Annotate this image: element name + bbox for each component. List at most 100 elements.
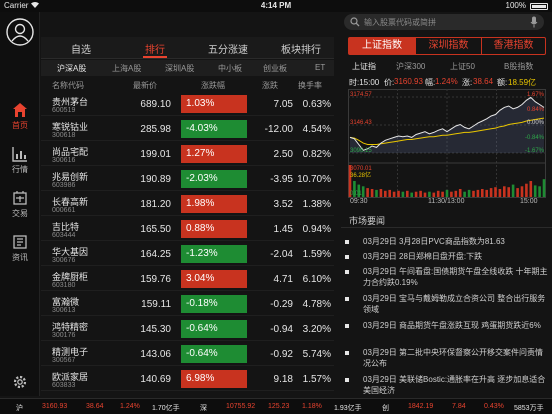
volume-bar xyxy=(414,191,418,197)
stock-price: 181.20 xyxy=(140,199,171,210)
table-row[interactable]: 吉比特 603444 165.50 0.88% 1.45 0.94% xyxy=(41,218,334,241)
col-turnover[interactable]: 换手率 xyxy=(298,80,322,91)
stock-price: 190.89 xyxy=(140,174,171,185)
table-row[interactable]: 华大基因 300676 164.25 -1.23% -2.04 1.59% xyxy=(41,243,334,266)
news-text: 03月29日 午间看盘:国债期货午盘全线收跌 十年期主力合约跌0.19% xyxy=(363,266,551,288)
tab-watchlist[interactable]: 自选 xyxy=(71,41,91,56)
bullet-icon xyxy=(345,240,349,244)
volume-bar xyxy=(379,189,383,197)
volume-bar xyxy=(432,192,436,197)
bullet-icon xyxy=(345,351,349,355)
tab-sz-index[interactable]: 深圳指数 xyxy=(415,38,481,54)
sidebar-item-market[interactable]: 行情 xyxy=(0,140,40,180)
sidebar-item-news[interactable]: 资讯 xyxy=(0,228,40,268)
stock-turnover: 0.82% xyxy=(302,149,331,160)
intraday-chart[interactable]: 3174.57 3146.43 3096.15 1.67% 0.84% 0.00% -0.8… xyxy=(348,89,546,207)
home-icon xyxy=(13,103,27,117)
price-label-low: 3096.15 xyxy=(350,148,372,154)
change-badge: 0.88% xyxy=(181,220,247,238)
table-row[interactable]: 寒锐钴业 300618 285.98 -4.03% -12.00 4.54% xyxy=(41,118,334,141)
volume-bar xyxy=(423,192,427,197)
news-date: 03月29日 xyxy=(363,321,397,330)
table-row[interactable]: 精测电子 300567 143.06 -0.64% -0.92 5.74% xyxy=(41,343,334,366)
table-row[interactable]: 鸿特精密 300176 145.30 -0.64% -0.94 3.20% xyxy=(41,318,334,341)
col-amount[interactable]: 涨跌 xyxy=(262,80,278,91)
ticker-cy-price: 1842.19 xyxy=(408,403,434,410)
gear-icon xyxy=(13,375,27,389)
avatar[interactable] xyxy=(6,18,34,46)
quote-vol: 18.59亿 xyxy=(508,78,537,87)
volume-bar xyxy=(388,189,391,197)
settings-button[interactable] xyxy=(12,374,28,392)
subtab-etf[interactable]: ET xyxy=(315,63,325,72)
stock-turnover: 1.59% xyxy=(302,249,331,260)
table-row[interactable]: 长春高新 000661 181.20 1.98% 3.52 1.38% xyxy=(41,193,334,216)
volume-bar xyxy=(384,190,387,197)
pct-label: 0.00% xyxy=(527,120,545,126)
news-date: 03月29日 xyxy=(363,267,397,276)
sidebar-item-trade[interactable]: 交易 xyxy=(0,184,40,224)
ticker-sh-chg: 38.64 xyxy=(86,403,104,410)
subtab-hs300[interactable]: 沪深300 xyxy=(396,61,425,72)
table-row[interactable]: 欧派家居 603833 140.69 6.98% 9.18 1.57% xyxy=(41,368,334,391)
bullet-icon xyxy=(345,270,349,274)
volume-label-total: 36.28亿 xyxy=(350,171,371,179)
news-date: 03月29日 xyxy=(363,375,397,384)
stock-price: 159.76 xyxy=(140,274,171,285)
stock-code: 000661 xyxy=(52,207,76,214)
col-change[interactable]: 涨跌幅 xyxy=(201,80,225,91)
subtab-sh50[interactable]: 上证50 xyxy=(450,61,475,72)
ticker-sh-price: 3160.93 xyxy=(42,403,68,410)
subtab-gem[interactable]: 创业板 xyxy=(263,63,287,74)
price-label-mid: 3146.43 xyxy=(350,120,372,126)
change-badge: -1.23% xyxy=(181,245,247,263)
table-row[interactable]: 金牌厨柜 603180 159.76 3.04% 4.71 6.10% xyxy=(41,268,334,291)
table-row[interactable]: 富瀚微 300613 159.11 -0.18% -0.29 4.78% xyxy=(41,293,334,316)
table-row[interactable]: 贵州茅台 600519 689.10 1.03% 7.05 0.63% xyxy=(41,93,334,116)
subtab-sz-a[interactable]: 深圳A股 xyxy=(165,63,194,74)
tab-sh-index[interactable]: 上证指数 xyxy=(349,38,415,54)
col-price[interactable]: 最新价 xyxy=(133,80,157,91)
news-icon xyxy=(13,235,27,249)
stock-turnover: 5.74% xyxy=(302,349,331,360)
stock-turnover: 6.10% xyxy=(302,274,331,285)
volume-bar xyxy=(445,189,449,197)
subtab-sh-composite[interactable]: 上证指 xyxy=(352,61,376,72)
news-text: 03月29日 美联储Bostic:通胀率在升高 逐步加息适合美国经济 xyxy=(363,374,551,396)
stock-price: 199.01 xyxy=(140,149,171,160)
volume-bar xyxy=(419,190,422,197)
chart-icon xyxy=(12,147,27,162)
volume-bar xyxy=(520,186,524,197)
tab-five-min-rise[interactable]: 五分涨速 xyxy=(208,41,248,56)
tab-sector-ranking[interactable]: 板块排行 xyxy=(281,41,321,56)
change-badge: -0.64% xyxy=(181,345,247,363)
subtab-hs-a[interactable]: 沪深A股 xyxy=(57,63,86,74)
change-badge: 1.03% xyxy=(181,95,247,113)
search-input[interactable]: 输入股票代码或简拼 xyxy=(364,17,436,28)
table-row[interactable]: 尚品宅配 300616 199.01 1.27% 2.50 0.82% xyxy=(41,143,334,166)
tab-hk-index[interactable]: 香港指数 xyxy=(481,38,545,54)
microphone-icon[interactable] xyxy=(530,16,538,30)
status-bar: Carrier 4:14 PM 100% xyxy=(0,0,552,12)
bullet-icon xyxy=(345,297,349,301)
search-bar[interactable]: 输入股票代码或简拼 xyxy=(344,14,544,30)
subtab-sh-a[interactable]: 上海A股 xyxy=(112,63,141,74)
col-name[interactable]: 名称代码 xyxy=(52,80,84,91)
stock-code: 603180 xyxy=(52,282,76,289)
battery-percent: 100% xyxy=(505,1,526,10)
sidebar-item-home[interactable]: 首页 xyxy=(0,96,40,136)
chart-time-axis: 09:30 11:30/13:00 15:00 xyxy=(348,198,546,208)
sidebar-item-label: 首页 xyxy=(12,121,28,130)
index-ticker[interactable]: 沪 3160.93 38.64 1.24% 1.70亿手 深 10755.92 … xyxy=(0,398,552,414)
tab-ranking[interactable]: 排行 xyxy=(143,41,167,58)
table-row[interactable]: 兆易创新 603986 190.89 -2.03% -3.95 10.70% xyxy=(41,168,334,191)
subtab-b-index[interactable]: B股指数 xyxy=(504,61,533,72)
time-label-noon: 11:30/13:00 xyxy=(428,198,465,205)
ticker-sz-chg: 125.23 xyxy=(268,403,290,410)
volume-bar xyxy=(361,186,365,197)
volume-bar xyxy=(370,189,374,197)
volume-bar xyxy=(481,189,484,197)
stock-code: 603986 xyxy=(52,182,76,189)
time-label-open: 09:30 xyxy=(350,198,368,205)
subtab-sme[interactable]: 中小板 xyxy=(218,63,242,74)
